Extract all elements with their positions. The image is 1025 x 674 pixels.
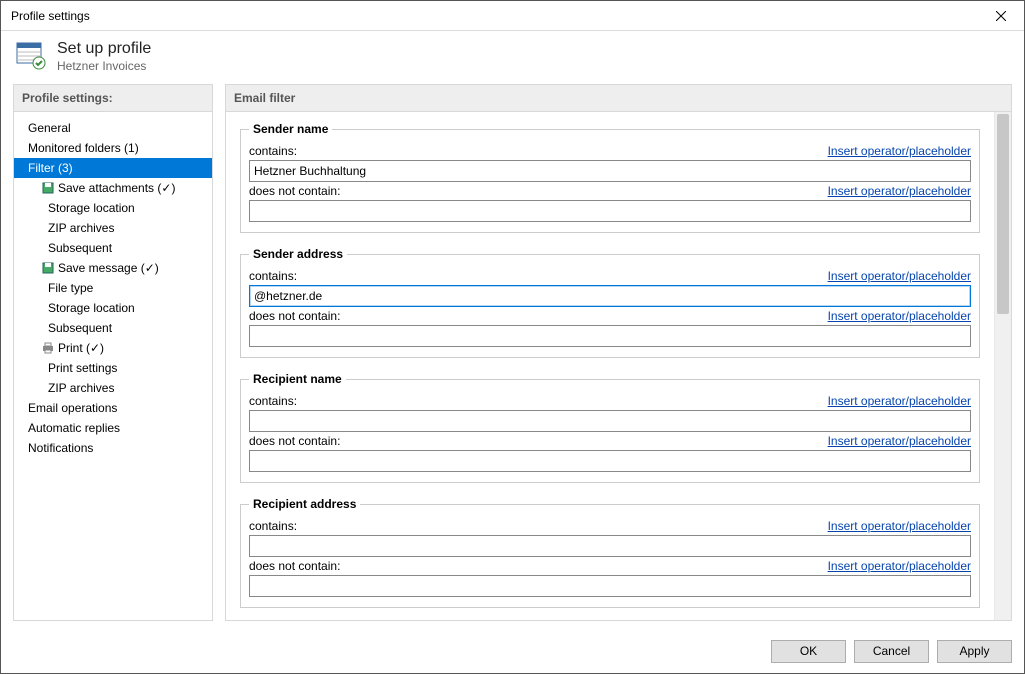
sidebar-item-automatic-replies[interactable]: Automatic replies	[14, 418, 212, 438]
sidebar-item-save-message[interactable]: Save message (✓)	[14, 258, 212, 278]
sidebar-heading: Profile settings:	[14, 85, 212, 112]
sidebar-item-print-settings[interactable]: Print settings	[14, 358, 212, 378]
sidebar-item-label: Storage location	[48, 301, 135, 315]
sidebar-item-label: Automatic replies	[28, 421, 120, 435]
sidebar: Profile settings: General Monitored fold…	[13, 84, 213, 621]
sidebar-item-storage-location-2[interactable]: Storage location	[14, 298, 212, 318]
contains-label: contains:	[249, 144, 297, 158]
main: Email filter Sender name contains: Inser…	[225, 84, 1012, 621]
sidebar-item-zip-archives-2[interactable]: ZIP archives	[14, 378, 212, 398]
save-icon	[42, 262, 54, 274]
sidebar-item-subsequent-2[interactable]: Subsequent	[14, 318, 212, 338]
sidebar-item-monitored-folders[interactable]: Monitored folders (1)	[14, 138, 212, 158]
insert-operator-link[interactable]: Insert operator/placeholder	[828, 309, 971, 323]
sidebar-item-label: ZIP archives	[48, 221, 114, 235]
sender-address-contains-input[interactable]	[249, 285, 971, 307]
sender-name-notcontains-input[interactable]	[249, 200, 971, 222]
sidebar-item-notifications[interactable]: Notifications	[14, 438, 212, 458]
page-title: Set up profile	[57, 40, 151, 58]
main-heading: Email filter	[226, 85, 1011, 112]
contains-label: contains:	[249, 519, 297, 533]
insert-operator-link[interactable]: Insert operator/placeholder	[828, 184, 971, 198]
profile-icon	[15, 39, 47, 74]
sidebar-nav: General Monitored folders (1) Filter (3)…	[14, 112, 212, 464]
main-scroll: Sender name contains: Insert operator/pl…	[226, 112, 994, 620]
sidebar-item-storage-location-1[interactable]: Storage location	[14, 198, 212, 218]
sidebar-item-label: Storage location	[48, 201, 135, 215]
sidebar-item-label: Save attachments (✓)	[58, 181, 175, 195]
scrollbar-thumb[interactable]	[997, 114, 1009, 314]
sidebar-item-save-attachments[interactable]: Save attachments (✓)	[14, 178, 212, 198]
insert-operator-link[interactable]: Insert operator/placeholder	[828, 434, 971, 448]
sidebar-item-print[interactable]: Print (✓)	[14, 338, 212, 358]
sidebar-item-label: Filter (3)	[28, 161, 73, 175]
vertical-scrollbar[interactable]	[994, 112, 1011, 620]
group-legend: Sender name	[249, 122, 332, 136]
sidebar-item-filter[interactable]: Filter (3)	[14, 158, 212, 178]
sender-address-notcontains-input[interactable]	[249, 325, 971, 347]
sidebar-item-label: Subsequent	[48, 321, 112, 335]
print-icon	[42, 342, 54, 354]
group-sender-name: Sender name contains: Insert operator/pl…	[240, 122, 980, 233]
sidebar-item-label: File type	[48, 281, 93, 295]
contains-label: contains:	[249, 269, 297, 283]
recipient-name-notcontains-input[interactable]	[249, 450, 971, 472]
titlebar: Profile settings	[1, 1, 1024, 31]
sidebar-item-label: Print (✓)	[58, 341, 104, 355]
sidebar-item-label: Subsequent	[48, 241, 112, 255]
sidebar-item-email-operations[interactable]: Email operations	[14, 398, 212, 418]
page-subtitle: Hetzner Invoices	[57, 59, 151, 73]
insert-operator-link[interactable]: Insert operator/placeholder	[828, 394, 971, 408]
cancel-button[interactable]: Cancel	[854, 640, 929, 663]
window: Profile settings Set up profile Hetzner …	[0, 0, 1025, 674]
group-recipient-name: Recipient name contains: Insert operator…	[240, 372, 980, 483]
close-icon	[996, 11, 1006, 21]
recipient-address-contains-input[interactable]	[249, 535, 971, 557]
recipient-name-contains-input[interactable]	[249, 410, 971, 432]
close-button[interactable]	[978, 1, 1024, 30]
sidebar-item-label: Print settings	[48, 361, 117, 375]
insert-operator-link[interactable]: Insert operator/placeholder	[828, 559, 971, 573]
header: Set up profile Hetzner Invoices	[1, 31, 1024, 84]
insert-operator-link[interactable]: Insert operator/placeholder	[828, 269, 971, 283]
group-legend: Recipient address	[249, 497, 360, 511]
window-title: Profile settings	[11, 9, 978, 23]
footer: OK Cancel Apply	[1, 629, 1024, 673]
ok-button[interactable]: OK	[771, 640, 846, 663]
body: Profile settings: General Monitored fold…	[1, 84, 1024, 629]
sidebar-item-label: Monitored folders (1)	[28, 141, 139, 155]
sidebar-item-zip-archives-1[interactable]: ZIP archives	[14, 218, 212, 238]
contains-label: contains:	[249, 394, 297, 408]
sidebar-item-file-type[interactable]: File type	[14, 278, 212, 298]
apply-button[interactable]: Apply	[937, 640, 1012, 663]
sender-name-contains-input[interactable]	[249, 160, 971, 182]
recipient-address-notcontains-input[interactable]	[249, 575, 971, 597]
insert-operator-link[interactable]: Insert operator/placeholder	[828, 144, 971, 158]
notcontains-label: does not contain:	[249, 309, 340, 323]
sidebar-item-subsequent-1[interactable]: Subsequent	[14, 238, 212, 258]
group-recipient-address: Recipient address contains: Insert opera…	[240, 497, 980, 608]
group-legend: Sender address	[249, 247, 347, 261]
insert-operator-link[interactable]: Insert operator/placeholder	[828, 519, 971, 533]
sidebar-item-general[interactable]: General	[14, 118, 212, 138]
save-icon	[42, 182, 54, 194]
sidebar-item-label: General	[28, 121, 71, 135]
group-legend: Recipient name	[249, 372, 346, 386]
notcontains-label: does not contain:	[249, 184, 340, 198]
sidebar-item-label: Email operations	[28, 401, 117, 415]
notcontains-label: does not contain:	[249, 559, 340, 573]
group-sender-address: Sender address contains: Insert operator…	[240, 247, 980, 358]
sidebar-item-label: ZIP archives	[48, 381, 114, 395]
sidebar-item-label: Notifications	[28, 441, 93, 455]
notcontains-label: does not contain:	[249, 434, 340, 448]
sidebar-item-label: Save message (✓)	[58, 261, 159, 275]
